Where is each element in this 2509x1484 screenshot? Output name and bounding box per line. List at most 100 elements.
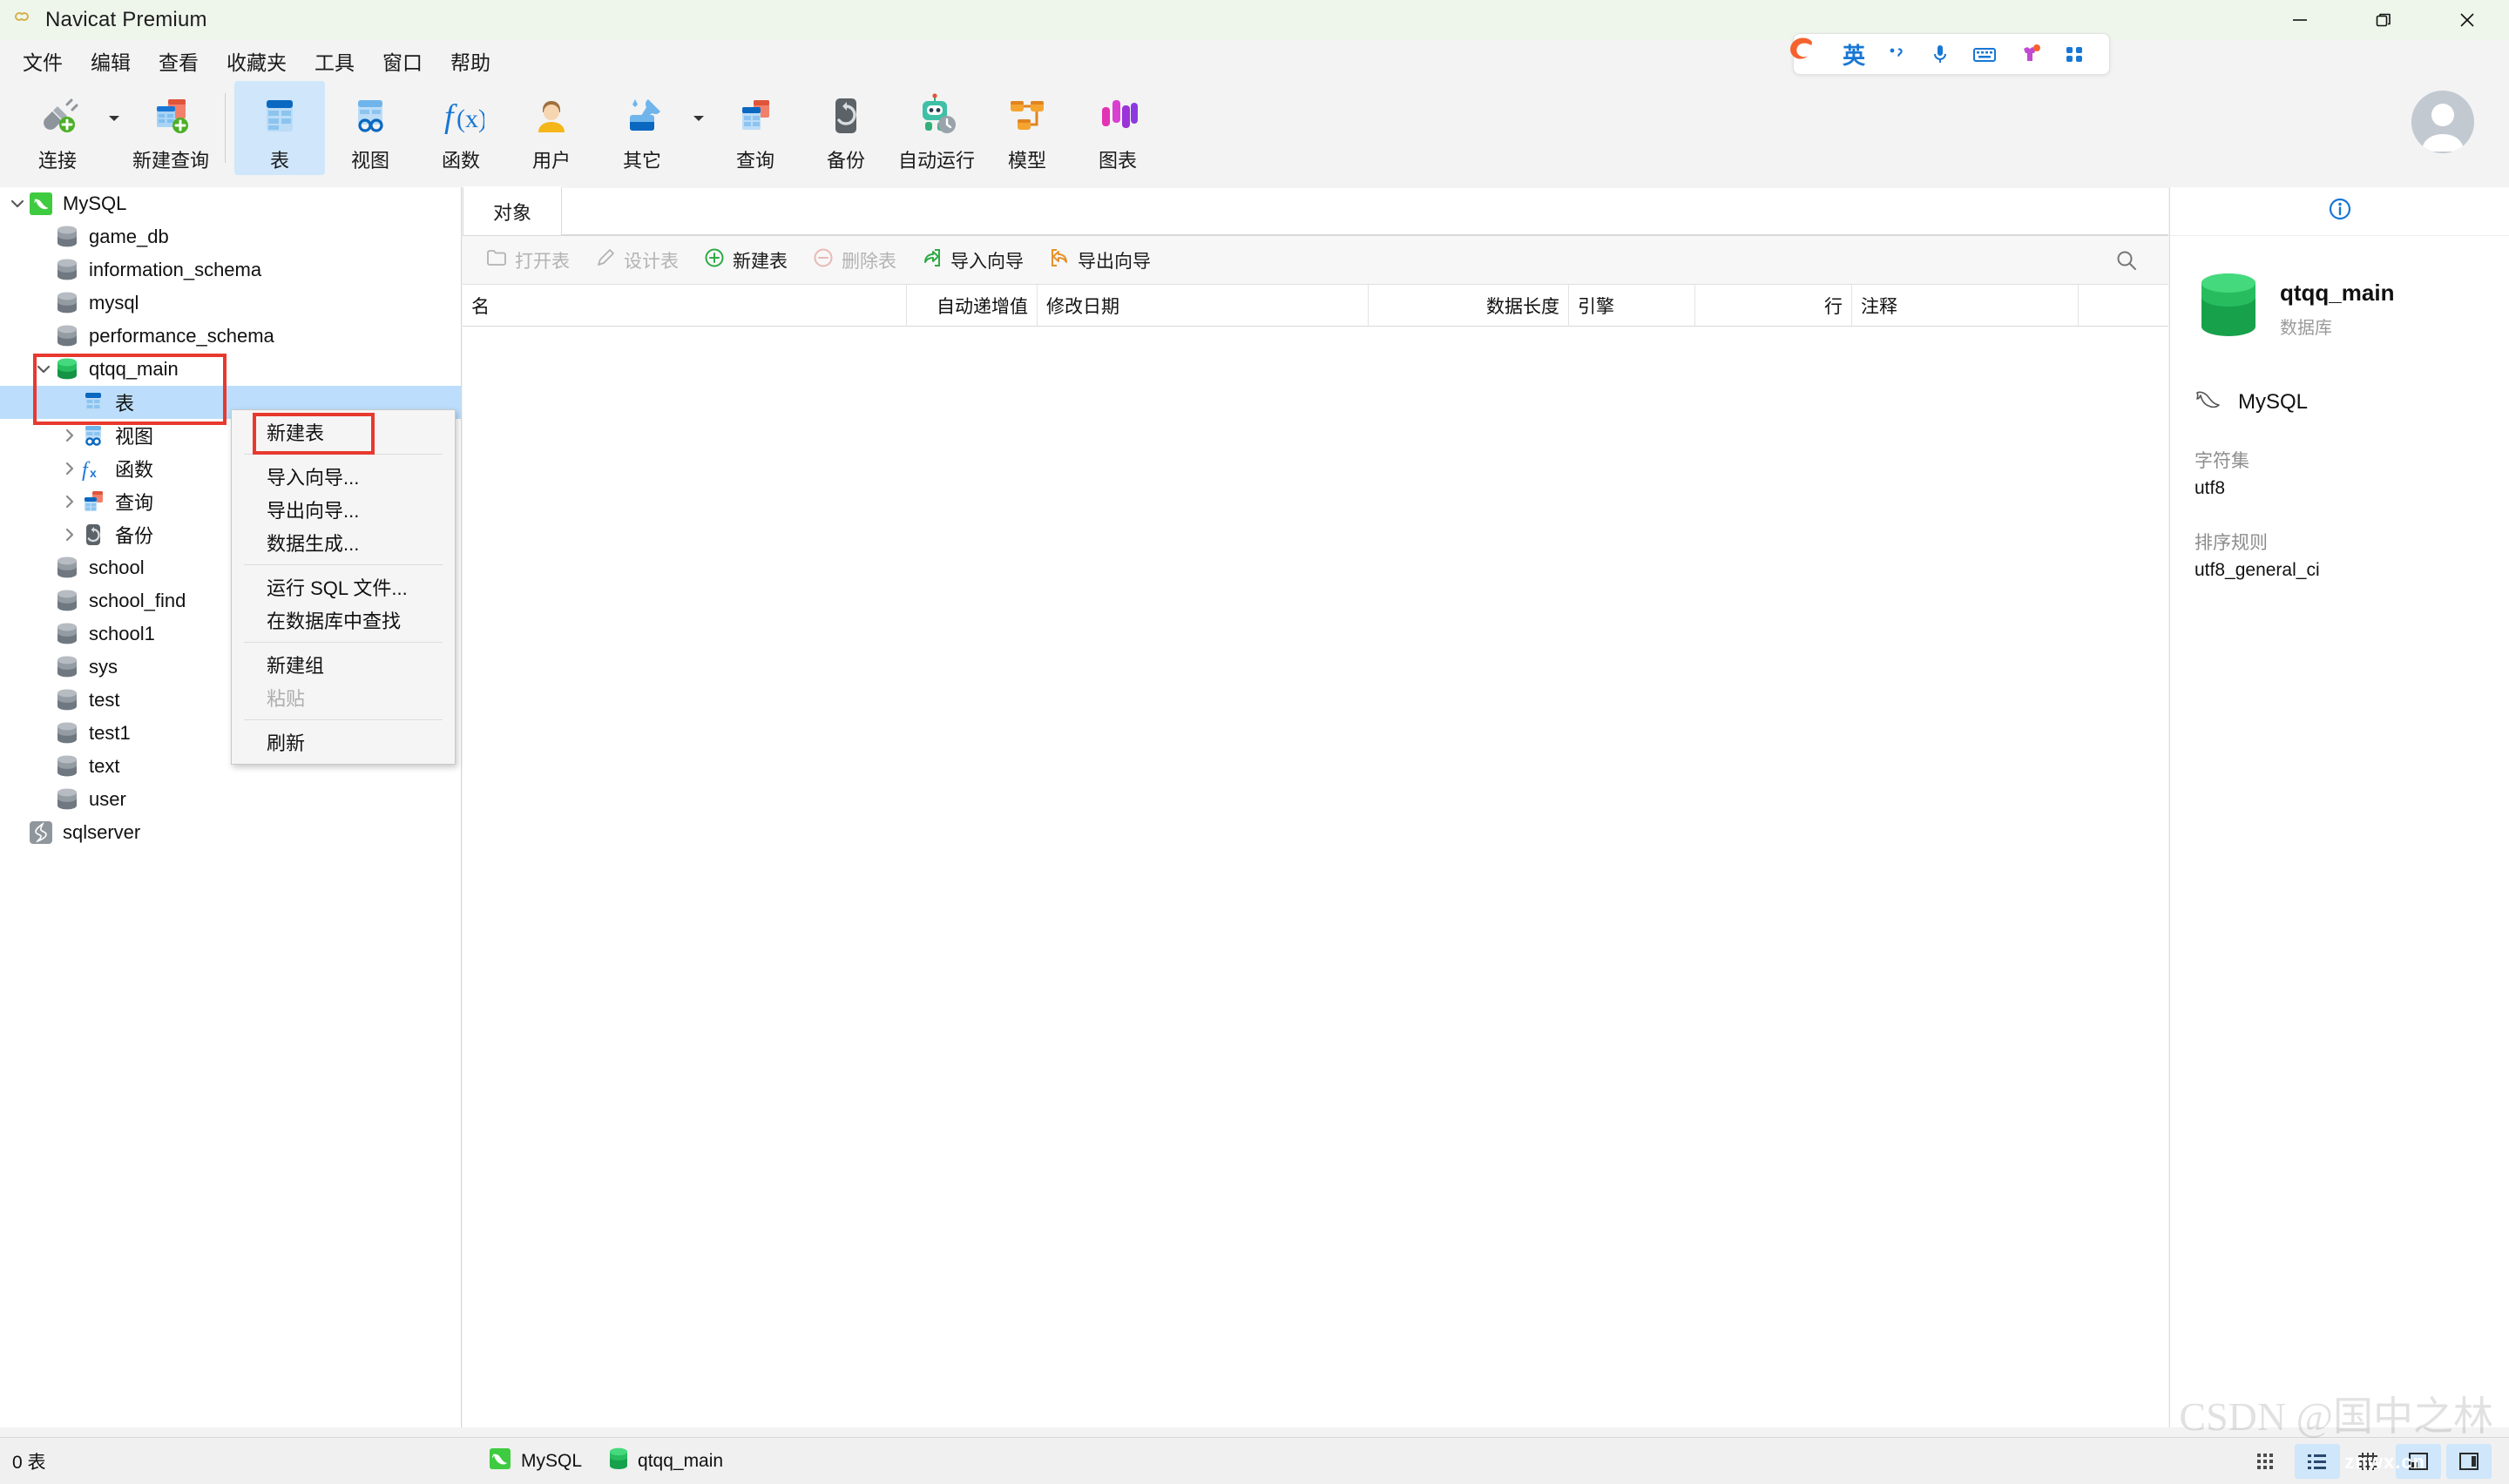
context-menu-item-1[interactable]: 导入向导... (232, 460, 455, 493)
column-header-4[interactable]: 引擎 (1569, 284, 1695, 327)
toolbar-new-query[interactable]: 新建查询 (125, 81, 216, 175)
tree-twisty-none-icon[interactable] (33, 293, 54, 314)
open-table-button[interactable]: 打开表 (475, 242, 580, 279)
tree-node-qtqq_main[interactable]: qtqq_main (0, 353, 461, 386)
toolbar-query[interactable]: 查询 (710, 81, 801, 175)
tree-twisty-none-icon[interactable] (33, 226, 54, 247)
context-menu-item-8[interactable]: 刷新 (232, 725, 455, 759)
avatar-icon[interactable] (2411, 91, 2474, 153)
list-view-icon[interactable] (2295, 1443, 2340, 1479)
info-pane-icon[interactable] (2446, 1443, 2492, 1479)
tree-twisty-none-icon[interactable] (7, 822, 28, 843)
status-connection[interactable]: MySQL (488, 1447, 582, 1476)
tree-node-mysql[interactable]: mysql (0, 287, 461, 320)
menu-file[interactable]: 文件 (9, 42, 77, 80)
info-circle-icon[interactable] (2327, 196, 2353, 226)
ime-mode-label[interactable]: 英 (1843, 38, 1865, 71)
maximize-button[interactable] (2342, 0, 2425, 40)
import-wizard-button[interactable]: 导入向导 (910, 242, 1034, 279)
menu-edit[interactable]: 编辑 (77, 42, 145, 80)
skin-icon[interactable] (2017, 42, 2043, 66)
toolbar-backup[interactable]: 备份 (801, 81, 891, 175)
tree-twisty-collapsed-icon[interactable] (59, 491, 80, 512)
toolbar-view[interactable]: 视图 (325, 81, 416, 175)
context-menu-item-5[interactable]: 在数据库中查找 (232, 604, 455, 637)
apps-grid-icon[interactable] (2062, 42, 2086, 66)
microphone-icon[interactable] (1928, 42, 1952, 66)
connection-dropdown-caret-icon[interactable] (103, 81, 125, 175)
new-table-button[interactable]: 新建表 (693, 242, 798, 279)
context-menu-item-0[interactable]: 新建表 (232, 415, 455, 449)
tree-node-game_db[interactable]: game_db (0, 220, 461, 253)
tree-twisty-collapsed-icon[interactable] (59, 524, 80, 545)
tree-node-sqlserver[interactable]: sqlserver (0, 816, 461, 849)
status-database[interactable]: qtqq_main (608, 1447, 723, 1476)
toolbar-model[interactable]: 模型 (982, 81, 1072, 175)
import-wizard-icon (921, 246, 943, 274)
tree-twisty-none-icon[interactable] (33, 723, 54, 744)
toolbar-connection[interactable]: 连接 (12, 81, 103, 175)
function-icon: fx (80, 455, 106, 482)
toolbar-others[interactable]: 其它 (597, 81, 687, 175)
delete-table-button[interactable]: 删除表 (801, 242, 907, 279)
tree-node-performance_schema[interactable]: performance_schema (0, 320, 461, 353)
tree-twisty-none-icon[interactable] (33, 260, 54, 280)
toolbar-automation[interactable]: 自动运行 (891, 81, 982, 175)
export-wizard-button[interactable]: 导出向导 (1038, 242, 1161, 279)
toolbar-table[interactable]: 表 (234, 81, 325, 175)
tree-twisty-expanded-icon[interactable] (7, 193, 28, 214)
context-menu-item-4[interactable]: 运行 SQL 文件... (232, 570, 455, 604)
close-button[interactable] (2425, 0, 2509, 40)
tree-node-label: sys (89, 656, 118, 678)
context-menu-item-3[interactable]: 数据生成... (232, 526, 455, 559)
toolbar-user[interactable]: 用户 (506, 81, 597, 175)
toolbar-chart-label: 图表 (1098, 150, 1137, 172)
minimize-button[interactable] (2258, 0, 2342, 40)
sqlserver-connection-icon (28, 820, 54, 846)
column-header-5[interactable]: 行 (1695, 284, 1852, 327)
toolbar-function[interactable]: f (x) 函数 (416, 81, 506, 175)
keyboard-icon[interactable] (1971, 42, 1998, 66)
search-icon[interactable] (2109, 243, 2144, 278)
tree-node-user[interactable]: user (0, 783, 461, 816)
tree-twisty-collapsed-icon[interactable] (59, 458, 80, 479)
tree-twisty-none-icon[interactable] (33, 690, 54, 711)
tree-twisty-expanded-icon[interactable] (33, 359, 54, 380)
tree-twisty-none-icon[interactable] (33, 326, 54, 347)
column-header-3[interactable]: 数据长度 (1369, 284, 1569, 327)
tree-twisty-none-icon[interactable] (59, 392, 80, 413)
others-dropdown-caret-icon[interactable] (687, 81, 710, 175)
ime-toolbar[interactable]: 英 (1793, 33, 2110, 75)
tab-objects[interactable]: 对象 (463, 186, 563, 235)
tree-twisty-collapsed-icon[interactable] (59, 425, 80, 446)
tree-twisty-none-icon[interactable] (33, 756, 54, 777)
column-header-6[interactable]: 注释 (1852, 284, 2079, 327)
menu-tools[interactable]: 工具 (301, 42, 369, 80)
toolbar-chart[interactable]: 图表 (1072, 81, 1163, 175)
menu-help[interactable]: 帮助 (436, 42, 504, 80)
tree-node-MySQL[interactable]: MySQL (0, 187, 461, 220)
menu-view[interactable]: 查看 (145, 42, 213, 80)
punctuation-icon[interactable] (1884, 42, 1909, 66)
sogou-logo-icon[interactable] (1774, 28, 1824, 78)
database-tree-sidebar[interactable]: MySQL game_db information_schema mysql perfo… (0, 187, 462, 1427)
grid-view-icon[interactable] (2244, 1444, 2289, 1479)
column-header-0[interactable]: 名 (463, 284, 907, 327)
tree-twisty-none-icon[interactable] (33, 557, 54, 578)
column-header-2[interactable]: 修改日期 (1038, 284, 1369, 327)
tree-twisty-none-icon[interactable] (33, 624, 54, 644)
menu-window[interactable]: 窗口 (369, 42, 436, 80)
tree-twisty-none-icon[interactable] (33, 657, 54, 678)
design-table-button[interactable]: 设计表 (584, 242, 689, 279)
tree-context-menu[interactable]: 新建表导入向导... 导出向导... 数据生成... 运行 SQL 文件... 在数据库… (231, 409, 456, 765)
detail-view-icon[interactable] (2345, 1444, 2391, 1479)
menu-favorites[interactable]: 收藏夹 (213, 42, 301, 80)
tree-node-information_schema[interactable]: information_schema (0, 253, 461, 287)
preview-pane-icon[interactable] (2396, 1443, 2441, 1479)
tree-twisty-none-icon[interactable] (33, 789, 54, 810)
column-header-1[interactable]: 自动递增值 (907, 284, 1038, 327)
tree-node-label: game_db (89, 226, 169, 247)
context-menu-item-6[interactable]: 新建组 (232, 648, 455, 681)
tree-twisty-none-icon[interactable] (33, 590, 54, 611)
context-menu-item-2[interactable]: 导出向导... (232, 493, 455, 526)
